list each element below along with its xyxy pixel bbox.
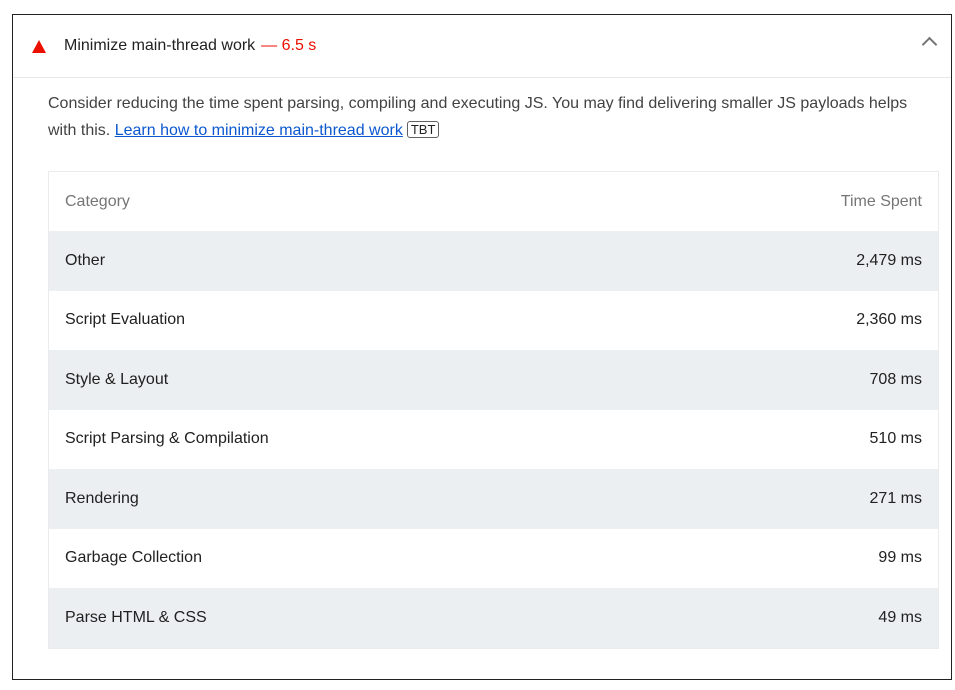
table-header-row: Category Time Spent bbox=[49, 172, 938, 231]
time-cell: 99 ms bbox=[878, 549, 922, 567]
column-header-category: Category bbox=[65, 192, 130, 210]
tbt-badge: TBT bbox=[406, 121, 440, 138]
column-header-time-spent: Time Spent bbox=[840, 192, 922, 210]
audit-description: Consider reducing the time spent parsing… bbox=[48, 90, 928, 144]
time-cell: 2,479 ms bbox=[856, 251, 922, 269]
time-cell: 271 ms bbox=[869, 489, 922, 507]
table-row: Parse HTML & CSS 49 ms bbox=[49, 588, 938, 648]
audit-header[interactable]: Minimize main-thread work — 6.5 s bbox=[13, 15, 951, 78]
audit-display-value: — 6.5 s bbox=[261, 37, 317, 54]
audit-title: Minimize main-thread work — 6.5 s bbox=[64, 37, 316, 55]
category-cell: Garbage Collection bbox=[65, 549, 202, 567]
table-row: Rendering 271 ms bbox=[49, 469, 938, 529]
audit-panel: Minimize main-thread work — 6.5 s Conside… bbox=[12, 14, 952, 680]
table-row: Other 2,479 ms bbox=[49, 231, 938, 291]
category-cell: Script Evaluation bbox=[65, 311, 186, 329]
time-cell: 2,360 ms bbox=[856, 311, 922, 329]
category-cell: Other bbox=[65, 251, 106, 269]
time-spent-table: Category Time Spent Other 2,479 ms Scrip… bbox=[48, 171, 939, 649]
table-row: Garbage Collection 99 ms bbox=[49, 528, 938, 588]
chevron-up-icon[interactable] bbox=[921, 36, 938, 53]
time-cell: 49 ms bbox=[878, 608, 922, 626]
category-cell: Parse HTML & CSS bbox=[65, 608, 207, 626]
table-row: Style & Layout 708 ms bbox=[49, 350, 938, 410]
category-cell: Script Parsing & Compilation bbox=[65, 430, 269, 448]
category-cell: Rendering bbox=[65, 489, 139, 507]
learn-more-link[interactable]: Learn how to minimize main-thread work bbox=[115, 122, 403, 139]
time-cell: 708 ms bbox=[869, 370, 922, 388]
table-row: Script Evaluation 2,360 ms bbox=[49, 290, 938, 350]
time-cell: 510 ms bbox=[869, 430, 922, 448]
fail-triangle-icon bbox=[32, 40, 46, 53]
table-row: Script Parsing & Compilation 510 ms bbox=[49, 409, 938, 469]
audit-title-text: Minimize main-thread work bbox=[64, 37, 256, 54]
category-cell: Style & Layout bbox=[65, 370, 169, 388]
